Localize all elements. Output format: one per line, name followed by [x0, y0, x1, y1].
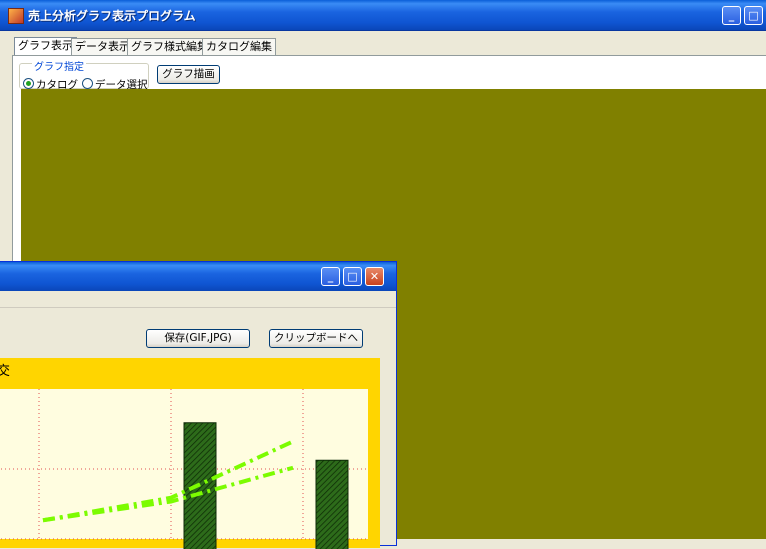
minimize-button[interactable]: _: [722, 6, 741, 25]
tab-strip: グラフ表示 データ表示 グラフ様式編集 カタログ編集: [12, 37, 766, 56]
chart-title: 交: [0, 364, 11, 379]
main-titlebar[interactable]: 売上分析グラフ表示プログラム _ □: [0, 0, 766, 31]
chart-window: _ □ ✕ 保存(GIF,JPG) クリップボードへ 交: [0, 261, 397, 549]
draw-graph-button[interactable]: グラフ描画: [157, 65, 220, 84]
window-title: 売上分析グラフ表示プログラム: [28, 9, 196, 23]
chart-minimize-button[interactable]: _: [321, 267, 340, 286]
chart-titlebar[interactable]: _ □ ✕: [0, 262, 396, 292]
chart-close-button[interactable]: ✕: [365, 267, 384, 286]
radio-data-select-indicator[interactable]: [82, 78, 93, 89]
radio-catalog-indicator[interactable]: [23, 78, 34, 89]
tab-data-display[interactable]: データ表示: [71, 38, 134, 56]
tab-graph-display[interactable]: グラフ表示: [14, 37, 77, 56]
graph-spec-legend: グラフ指定: [32, 62, 86, 73]
maximize-button[interactable]: □: [744, 6, 763, 25]
save-image-button[interactable]: 保存(GIF,JPG): [146, 329, 250, 348]
chart-menu-strip: [0, 291, 396, 308]
copy-clipboard-button[interactable]: クリップボードへ: [269, 329, 363, 348]
chart-maximize-button[interactable]: □: [343, 267, 362, 286]
graph-spec-group: グラフ指定 カタログ データ選択: [19, 62, 149, 91]
chart-plot: [0, 389, 368, 549]
tab-graph-style-edit[interactable]: グラフ様式編集: [127, 38, 212, 56]
app-icon: [8, 8, 24, 24]
tab-catalog-edit[interactable]: カタログ編集: [202, 38, 276, 56]
chart-bar-1: [315, 459, 349, 549]
